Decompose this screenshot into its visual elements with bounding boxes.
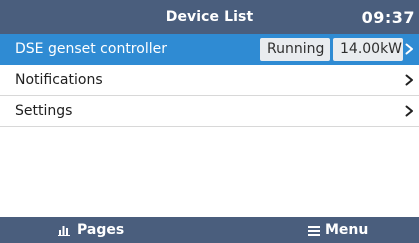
device-name-label: DSE genset controller [15, 41, 167, 57]
hamburger-menu-icon [308, 225, 321, 236]
menu-label: Menu [325, 222, 369, 238]
title-bar: Device List 09:37 [0, 0, 419, 34]
clock-display: 09:37 [361, 8, 415, 27]
list-item-notifications[interactable]: Notifications [0, 65, 419, 96]
bottom-bar: Pages Menu [0, 217, 419, 243]
device-list: DSE genset controller Running 14.00kW No… [0, 34, 419, 127]
bar-chart-icon [58, 224, 71, 236]
chevron-right-icon-svg [405, 43, 413, 55]
chevron-right-icon [405, 74, 414, 86]
power-badge: 14.00kW [333, 38, 403, 61]
chevron-right-icon [405, 43, 414, 55]
device-row-dse-genset-controller[interactable]: DSE genset controller Running 14.00kW [0, 34, 419, 65]
settings-label: Settings [15, 103, 73, 119]
chevron-right-icon [405, 105, 414, 117]
list-item-settings[interactable]: Settings [0, 96, 419, 127]
notifications-label: Notifications [15, 72, 103, 88]
pages-label: Pages [77, 222, 125, 238]
status-badge: Running [260, 38, 330, 61]
menu-button[interactable]: Menu [308, 221, 368, 239]
pages-button[interactable]: Pages [58, 221, 124, 239]
device-list-screen: Device List 09:37 DSE genset controller … [0, 0, 419, 243]
page-title: Device List [165, 9, 254, 25]
